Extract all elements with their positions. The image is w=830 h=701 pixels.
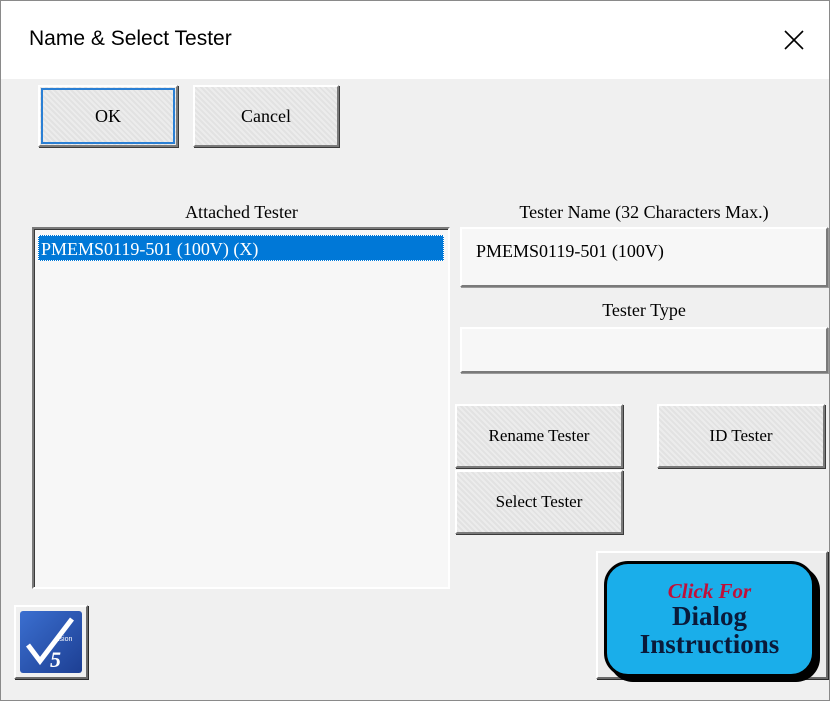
logo-5-text: 5 [50,647,61,672]
window-title: Name & Select Tester [29,27,232,50]
dialog-instructions-button[interactable]: Click For Dialog Instructions [596,551,828,679]
dialog-text: Dialog [671,600,747,631]
tester-type-label: Tester Type [602,300,686,320]
ok-button[interactable]: OK [38,85,178,147]
close-icon [784,30,804,50]
title-bar: Name & Select Tester [1,1,829,79]
instructions-text: Instructions [639,629,780,660]
rename-tester-button[interactable]: Rename Tester [455,404,623,468]
click-for-text: Click For [667,578,752,603]
logo-small-text: ision [58,636,73,643]
attached-tester-list[interactable]: PMEMS0119-501 (100V) (X) [32,227,450,589]
checkmark-logo-icon: 5 ision [20,611,82,673]
instructions-badge: Click For Dialog Instructions [604,561,815,677]
cancel-button[interactable]: Cancel [193,85,339,147]
id-tester-button[interactable]: ID Tester [657,404,825,468]
list-item-selected[interactable]: PMEMS0119-501 (100V) (X) [38,235,444,261]
tester-type-field[interactable] [460,327,828,373]
checkmark-icon: 5 ision [26,617,74,672]
close-button[interactable] [759,1,829,79]
tester-name-label: Tester Name (32 Characters Max.) [519,202,769,222]
select-tester-button[interactable]: Select Tester [455,470,623,534]
attached-tester-label: Attached Tester [185,202,298,222]
tester-name-field[interactable]: PMEMS0119-501 (100V) [460,227,828,287]
vision5-logo-button[interactable]: 5 ision [14,605,88,679]
